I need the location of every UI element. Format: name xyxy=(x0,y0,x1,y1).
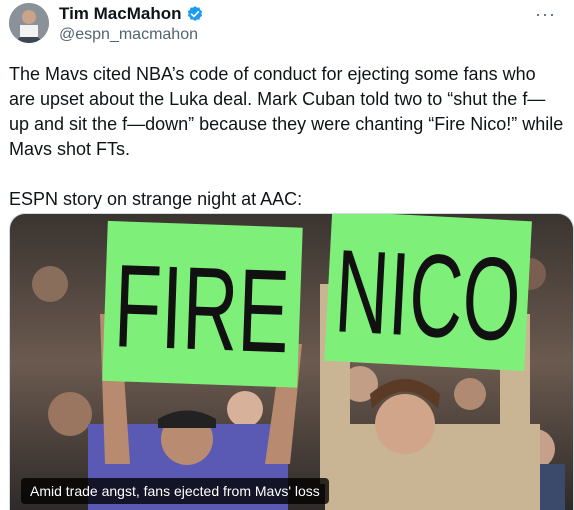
author-name-row: Tim MacMahon xyxy=(59,4,204,24)
verified-badge-icon xyxy=(188,6,203,21)
avatar[interactable] xyxy=(9,3,49,43)
media-caption: Amid trade angst, fans ejected from Mavs… xyxy=(21,478,329,504)
author-handle[interactable]: @espn_macmahon xyxy=(59,26,198,44)
avatar-photo xyxy=(9,3,49,43)
sign-nico: NICO xyxy=(332,225,524,367)
more-options-icon[interactable]: ··· xyxy=(535,4,556,25)
tweet-media[interactable]: FIRE NICO Amid trade angst, fans ejected… xyxy=(9,213,574,510)
author-name[interactable]: Tim MacMahon xyxy=(59,4,181,24)
tweet-text: The Mavs cited NBA’s code of conduct for… xyxy=(9,64,564,209)
media-image: FIRE NICO xyxy=(10,214,573,510)
sign-fire: FIRE xyxy=(112,240,292,378)
